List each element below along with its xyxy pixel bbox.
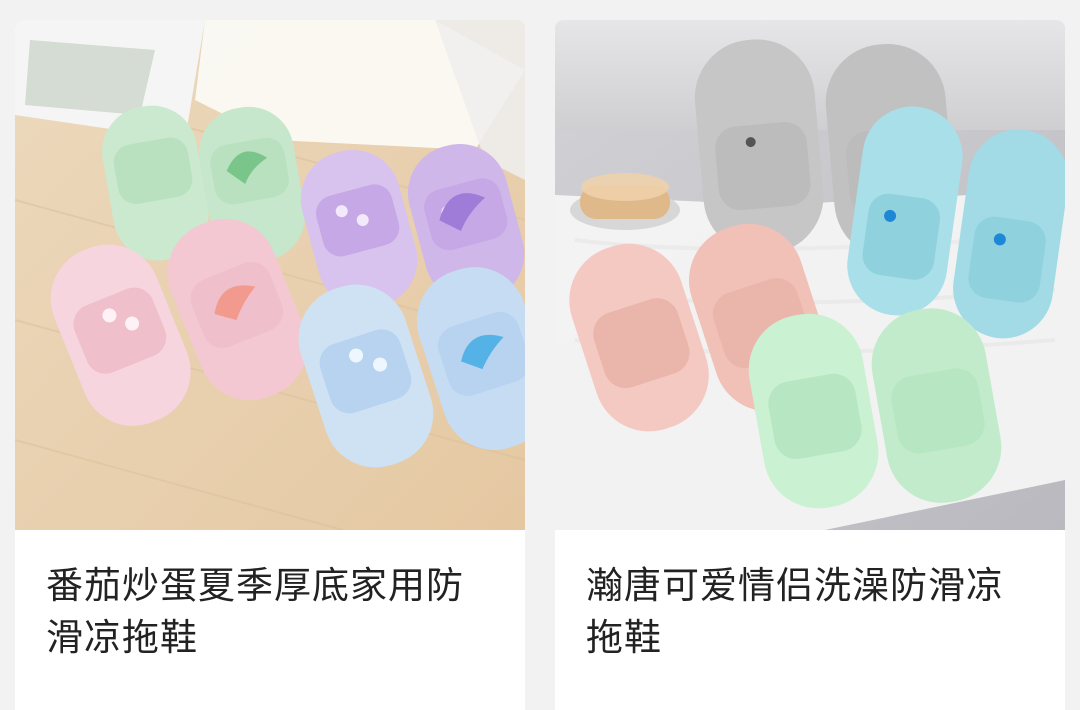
product-title[interactable]: 瀚唐可爱情侣洗澡防滑凉拖鞋 xyxy=(586,560,1036,664)
product-card[interactable]: 番茄炒蛋夏季厚底家用防滑凉拖鞋 xyxy=(15,20,525,710)
product-title[interactable]: 番茄炒蛋夏季厚底家用防滑凉拖鞋 xyxy=(46,560,496,664)
product-card[interactable]: 瀚唐可爱情侣洗澡防滑凉拖鞋 xyxy=(555,20,1065,710)
product-image[interactable] xyxy=(15,20,525,530)
slippers-photo-icon xyxy=(15,20,525,530)
slippers-photo-icon xyxy=(555,20,1065,530)
product-grid: 番茄炒蛋夏季厚底家用防滑凉拖鞋 瀚唐可爱情侣洗澡防滑凉拖鞋 xyxy=(0,0,1080,710)
product-image[interactable] xyxy=(555,20,1065,530)
